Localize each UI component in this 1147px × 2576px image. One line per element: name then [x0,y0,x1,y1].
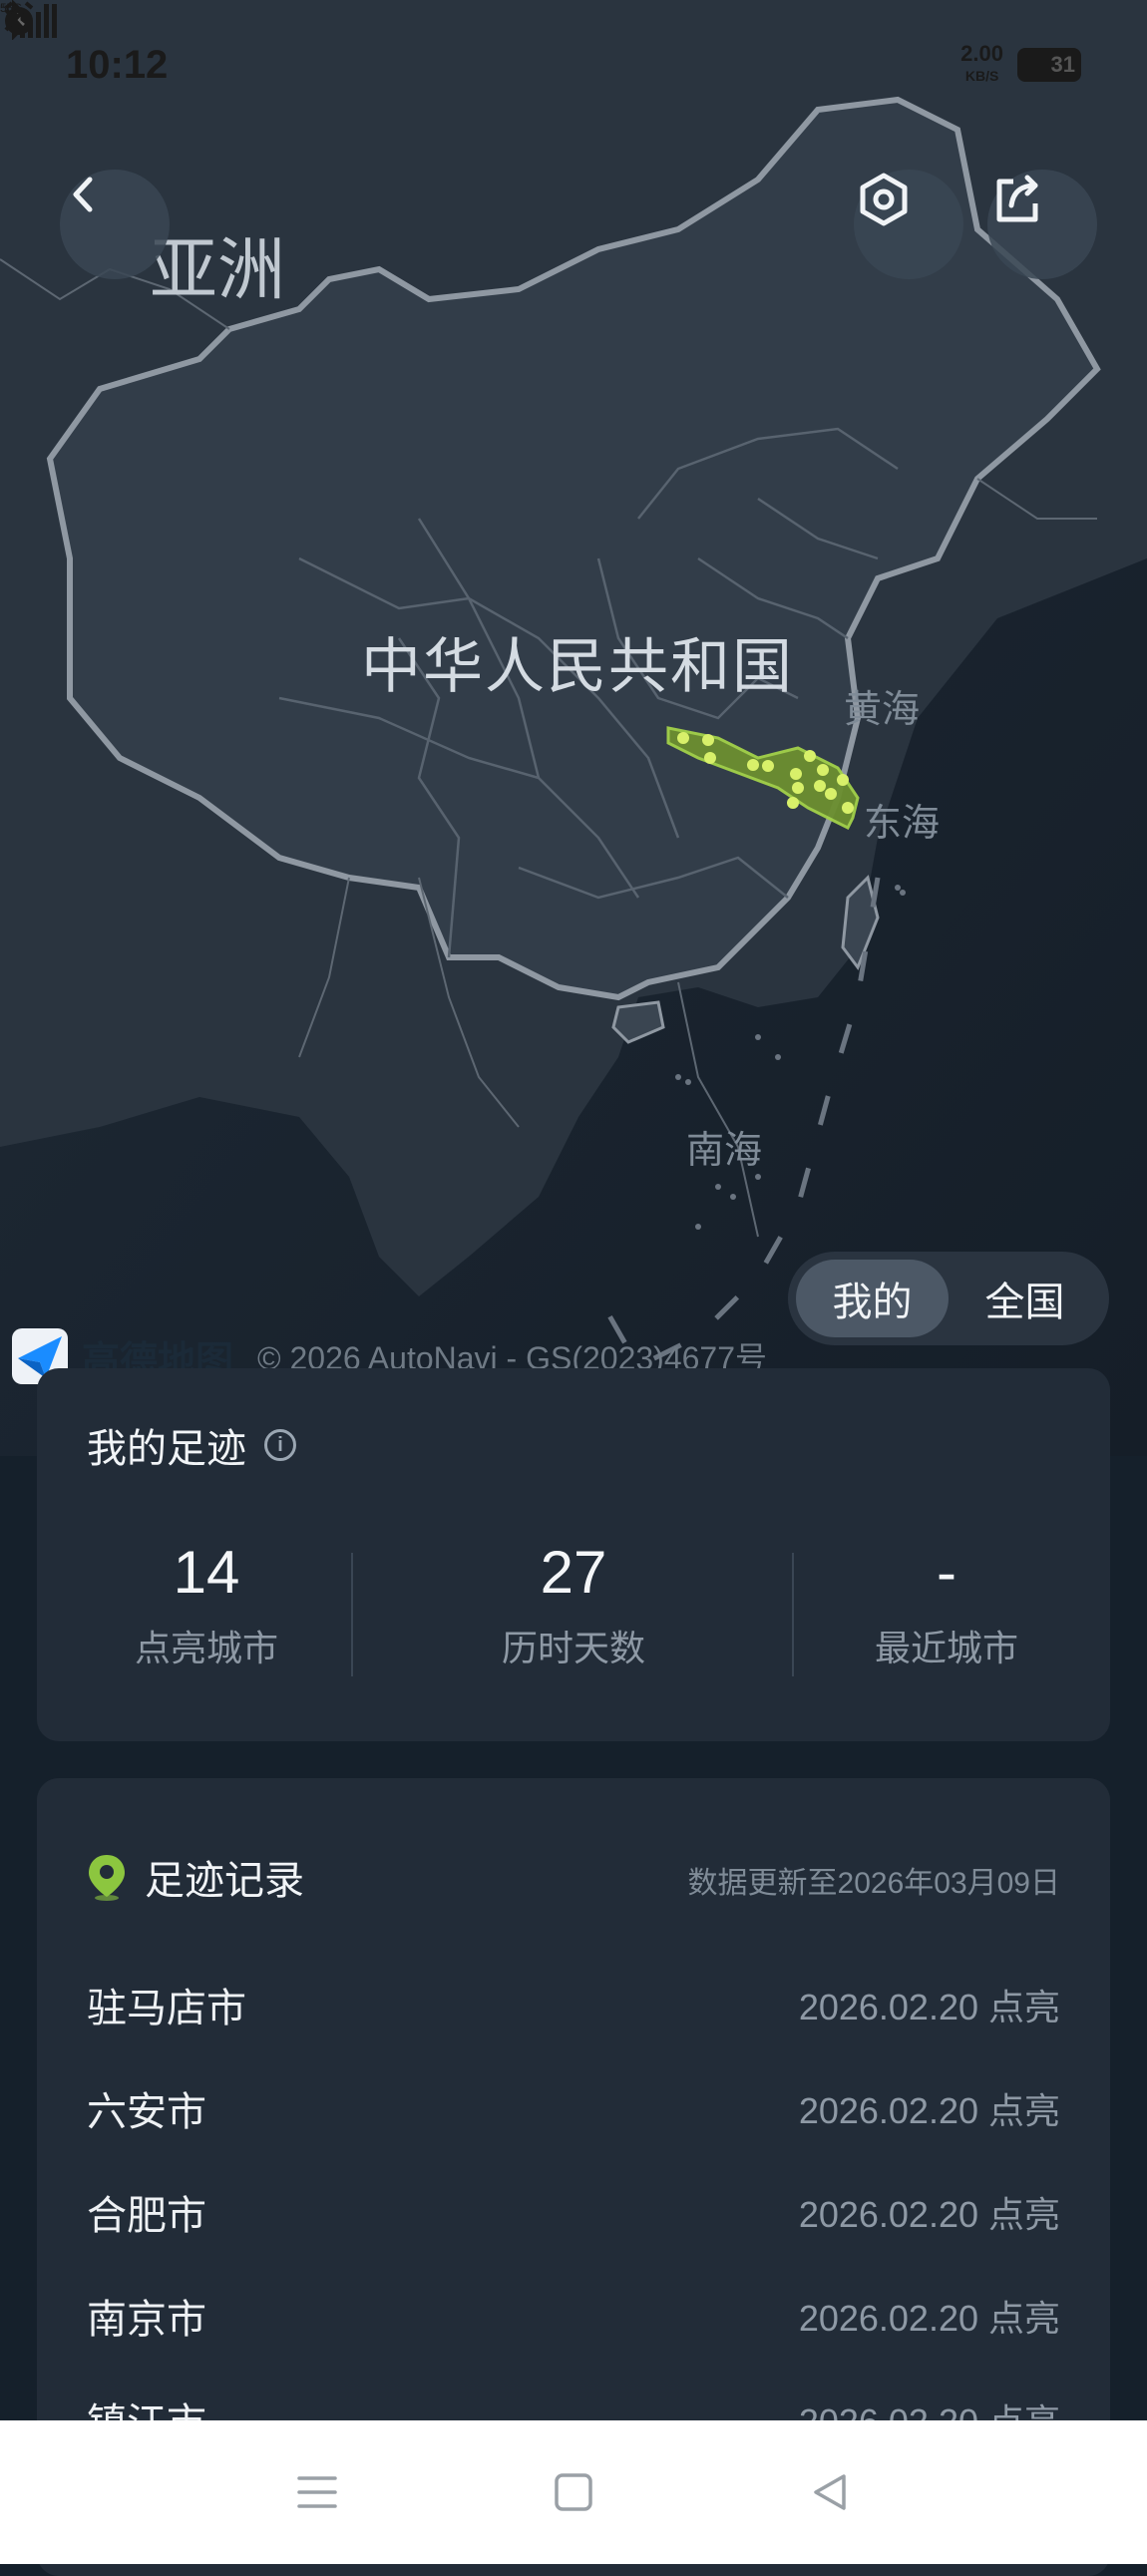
status-time: 10:12 [66,42,169,87]
system-nav-bar [0,2420,1147,2564]
stat-value: 27 [540,1539,607,1606]
info-icon[interactable]: i [264,1429,296,1461]
sea-label-yellow: 黄海 [844,689,921,731]
square-home-icon [555,2473,592,2511]
menu-icon [297,2476,338,2508]
record-row[interactable]: 六安市 2026.02.20 点亮 [87,2056,1060,2160]
stat-lit-cities: 14 点亮城市 [37,1538,376,1671]
sea-label-south: 南海 [686,1130,763,1172]
svg-text:⁺5G: ⁺5G [0,1,22,15]
my-footprint-title: 我的足迹 i [87,1416,296,1474]
hexagon-settings-icon [860,173,908,226]
toggle-mine[interactable]: 我的 [796,1260,949,1337]
record-row[interactable]: 驻马店市 2026.02.20 点亮 [87,1953,1060,2056]
continent-label: 亚洲 [150,232,286,308]
stat-label: 点亮城市 [134,1628,278,1668]
footprint-map[interactable]: 亚洲 中华人民共和国 黄海 东海 南海 10:12 2.00 KB/S 5G ⁺… [0,0,1147,1456]
stat-value: - [937,1539,956,1606]
network-speed: 2.00 KB/S [960,43,1003,87]
speed-unit: KB/S [964,68,999,84]
update-time-text: 数据更新至2026年03月09日 [687,1867,1060,1900]
settings-button[interactable] [854,170,963,279]
record-date: 2026.02.20 点亮 [798,2090,1060,2131]
status-bar: 10:12 2.00 KB/S 5G ⁺5G 31 [0,0,1147,130]
stat-divider [351,1553,353,1676]
share-icon [996,175,1038,222]
back-button[interactable] [60,170,170,279]
stat-label: 最近城市 [874,1628,1018,1668]
toggle-all[interactable]: 全国 [949,1260,1101,1337]
record-city: 六安市 [87,2090,206,2134]
record-row[interactable]: 合肥市 2026.02.20 点亮 [87,2160,1060,2264]
chevron-left-icon [73,177,93,212]
record-city: 驻马店市 [87,1987,246,2030]
record-city: 合肥市 [87,2194,206,2238]
my-footprint-card: 我的足迹 i 14 点亮城市 27 历时天数 - 最近城市 [37,1368,1110,1741]
menu-button[interactable] [282,2457,352,2527]
status-icons: 2.00 KB/S 5G ⁺5G 31 [0,0,1081,87]
records-title: 足迹记录 [87,1848,304,1906]
back-nav-button[interactable] [795,2457,865,2527]
stat-value: 14 [173,1539,240,1606]
triangle-back-icon [813,2474,846,2510]
stat-recent-city: - 最近城市 [777,1538,1116,1671]
record-date: 2026.02.20 点亮 [798,2298,1060,2339]
speed-value: 2.00 [960,41,1003,66]
record-date: 2026.02.20 点亮 [798,2194,1060,2235]
5g-signal-icon: ⁺5G [0,1,57,38]
location-pin-icon [89,1855,125,1901]
share-button[interactable] [987,170,1097,279]
record-city: 南京市 [87,2298,206,2342]
home-button[interactable] [539,2457,608,2527]
stat-days: 27 历时天数 [404,1538,743,1671]
records-title-text: 足迹记录 [145,1859,304,1903]
country-label: 中华人民共和国 [361,633,794,700]
stat-label: 历时天数 [501,1628,645,1668]
record-row[interactable]: 南京市 2026.02.20 点亮 [87,2264,1060,2368]
record-date: 2026.02.20 点亮 [798,1987,1060,2027]
battery-icon: 31 [1017,48,1081,82]
scope-toggle[interactable]: 我的 全国 [788,1252,1109,1345]
sea-label-east: 东海 [864,803,941,845]
battery-level: 31 [1050,52,1075,77]
card-title-text: 我的足迹 [87,1427,246,1471]
